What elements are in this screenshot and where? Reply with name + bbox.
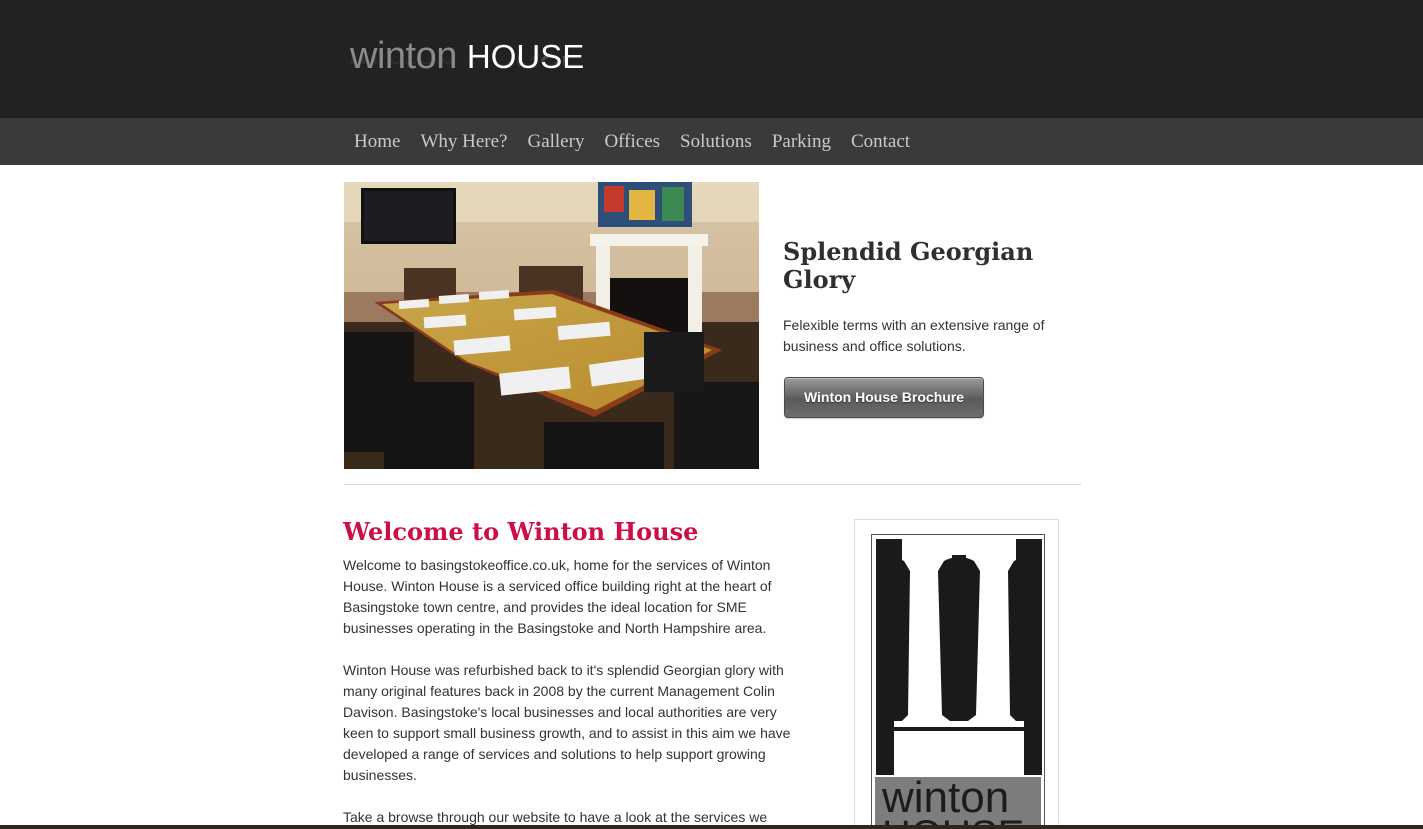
nav-item-home[interactable]: Home: [354, 118, 400, 165]
site-logo[interactable]: winton HOUSE winton HOUSE: [350, 34, 610, 94]
winton-house-emblem: winton HOUSE: [871, 534, 1045, 829]
section-divider: [344, 484, 1081, 485]
hero-description: Felexible terms with an extensive range …: [783, 317, 1045, 354]
nav-item-solutions[interactable]: Solutions: [680, 118, 752, 165]
welcome-paragraph-1: Welcome to basingstokeoffice.co.uk, home…: [343, 557, 772, 636]
logo-reflection-winton: winton: [350, 56, 457, 77]
hero-title: Splendid Georgian Glory: [783, 237, 1034, 294]
nav-item-gallery[interactable]: Gallery: [527, 118, 584, 165]
logo-reflection: winton HOUSE: [350, 56, 582, 78]
brochure-button[interactable]: Winton House Brochure: [784, 377, 984, 418]
nav-item-why-here[interactable]: Why Here?: [420, 118, 507, 165]
sidebar-logo-box: winton HOUSE: [854, 519, 1059, 829]
boardroom-illustration: [344, 182, 759, 469]
nav-item-parking[interactable]: Parking: [772, 118, 831, 165]
site-header: winton HOUSE winton HOUSE: [0, 0, 1423, 118]
nav-list: Home Why Here? Gallery Offices Solutions…: [354, 118, 930, 165]
welcome-heading: Welcome to Winton House: [343, 517, 699, 546]
logo-reflection-house: HOUSE: [467, 56, 582, 74]
welcome-paragraph-2: Winton House was refurbished back to it'…: [343, 662, 791, 783]
nav-item-contact[interactable]: Contact: [851, 118, 910, 165]
nav-item-offices[interactable]: Offices: [604, 118, 660, 165]
footer-edge: [0, 825, 1423, 829]
columns-icon: [876, 539, 1042, 775]
hero-image-boardroom: [344, 182, 759, 469]
main-nav: Home Why Here? Gallery Offices Solutions…: [0, 118, 1423, 165]
